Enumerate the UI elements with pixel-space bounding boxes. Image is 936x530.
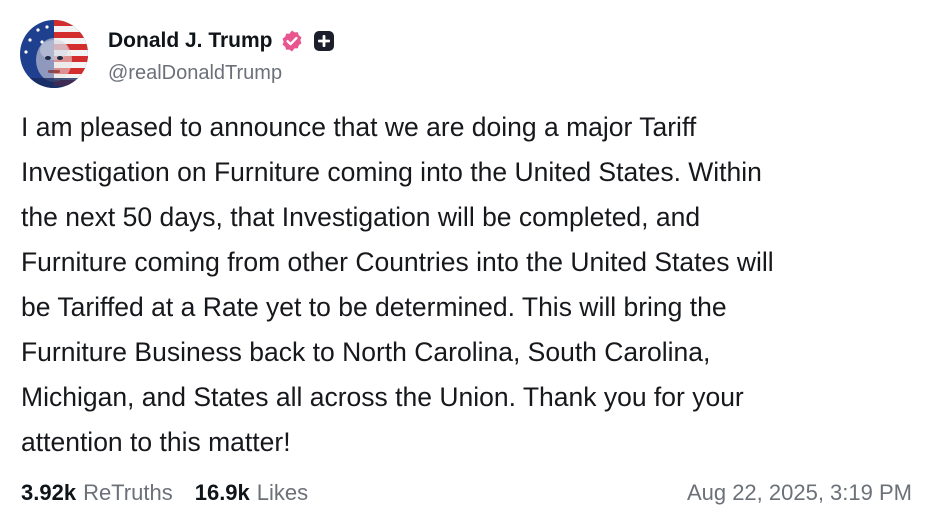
author-row: Donald J. Trump xyxy=(108,26,335,56)
likes-count: 16.9k xyxy=(194,480,250,505)
author-handle[interactable]: @realDonaldTrump xyxy=(108,62,282,85)
avatar-image xyxy=(20,20,88,88)
author-display-name[interactable]: Donald J. Trump xyxy=(108,29,273,53)
retruths-label: ReTruths xyxy=(83,480,173,505)
retruths-stat[interactable]: 3.92k ReTruths xyxy=(21,480,173,506)
retruths-count: 3.92k xyxy=(21,480,77,505)
post-text: I am pleased to announce that we are doi… xyxy=(21,112,774,457)
plus-badge-icon xyxy=(313,30,335,52)
likes-label: Likes xyxy=(256,480,309,505)
post-footer: 3.92k ReTruths 16.9k Likes Aug 22, 2025,… xyxy=(21,476,912,510)
post-card: Donald J. Trump @realDonaldTrump I am pl… xyxy=(0,0,936,530)
post-timestamp[interactable]: Aug 22, 2025, 3:19 PM xyxy=(687,480,912,506)
likes-stat[interactable]: 16.9k Likes xyxy=(195,480,308,506)
verified-badge-icon xyxy=(280,29,304,53)
avatar[interactable] xyxy=(20,20,88,88)
